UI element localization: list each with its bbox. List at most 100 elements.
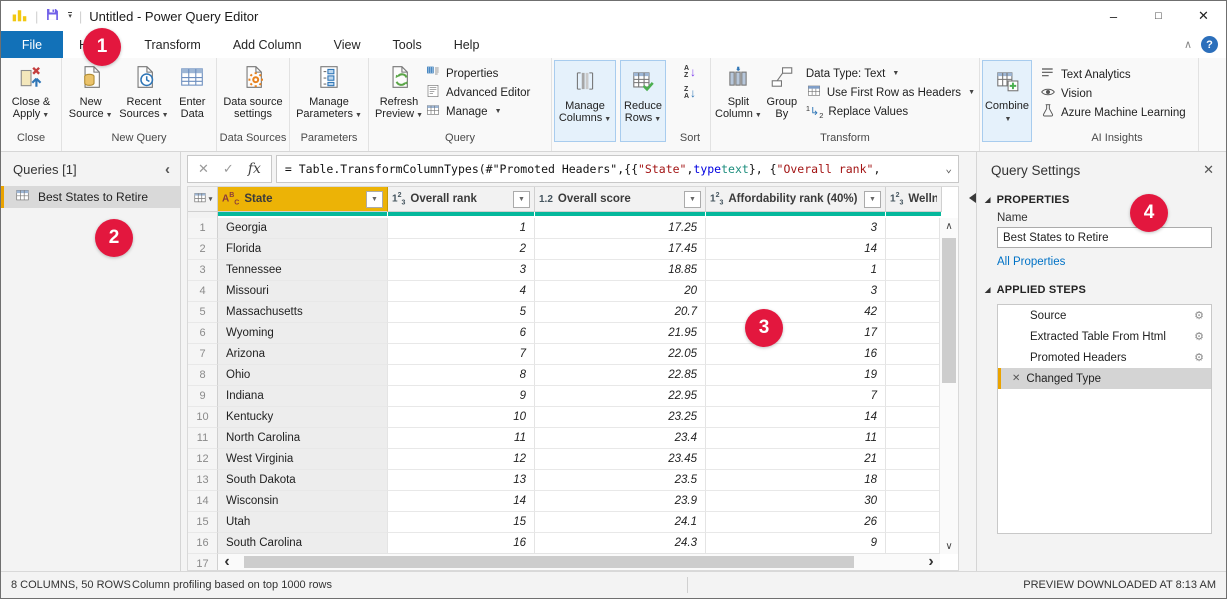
cell-value[interactable]: 22.95 xyxy=(535,386,706,407)
row-number[interactable]: 15 xyxy=(188,512,218,533)
cell-value[interactable] xyxy=(886,260,942,281)
cell-value[interactable]: 7 xyxy=(388,344,535,365)
cell-value[interactable]: 22.05 xyxy=(535,344,706,365)
table-row[interactable]: 4Missouri4203 xyxy=(188,281,958,302)
cell-value[interactable]: 6 xyxy=(388,323,535,344)
table-row[interactable]: 6Wyoming621.9517 xyxy=(188,323,958,344)
table-row[interactable]: 14Wisconsin1423.930 xyxy=(188,491,958,512)
table-row[interactable]: 13South Dakota1323.518 xyxy=(188,470,958,491)
row-number[interactable]: 1 xyxy=(188,218,218,239)
cancel-formula-icon[interactable]: ✕ xyxy=(198,161,209,177)
cell-state[interactable]: Georgia xyxy=(218,218,388,239)
cell-state[interactable]: North Carolina xyxy=(218,428,388,449)
cell-value[interactable] xyxy=(886,344,942,365)
row-number[interactable]: 16 xyxy=(188,533,218,554)
panel-splitter-arrow-icon[interactable] xyxy=(969,193,976,203)
applied-step-extracted-table-from-html[interactable]: Extracted Table From Html⚙ xyxy=(998,326,1211,347)
recent-sources-button[interactable]: Recent Sources▼ xyxy=(117,61,170,122)
cell-value[interactable]: 17.45 xyxy=(535,239,706,260)
cell-value[interactable]: 17 xyxy=(706,323,886,344)
cell-value[interactable]: 23.9 xyxy=(535,491,706,512)
cell-value[interactable]: 3 xyxy=(706,281,886,302)
cell-state[interactable]: Ohio xyxy=(218,365,388,386)
scroll-right-icon[interactable]: › xyxy=(922,554,940,570)
tab-file[interactable]: File xyxy=(1,31,63,58)
cell-value[interactable] xyxy=(886,281,942,302)
cell-value[interactable]: 20 xyxy=(535,281,706,302)
row-number[interactable]: 3 xyxy=(188,260,218,281)
column-header-wellness[interactable]: 123Wellness xyxy=(886,187,942,212)
row-number[interactable]: 14 xyxy=(188,491,218,512)
group-by-button[interactable]: Group By xyxy=(764,61,800,120)
cell-value[interactable]: 14 xyxy=(706,239,886,260)
all-properties-link[interactable]: All Properties xyxy=(977,248,1226,270)
cell-value[interactable]: 23.25 xyxy=(535,407,706,428)
table-row[interactable]: 11North Carolina1123.411 xyxy=(188,428,958,449)
cell-state[interactable]: West Virginia xyxy=(218,449,388,470)
gear-icon[interactable]: ⚙ xyxy=(1194,351,1204,364)
reduce-rows-button[interactable]: Reduce Rows▼ xyxy=(620,60,666,142)
cell-value[interactable]: 21 xyxy=(706,449,886,470)
collapse-ribbon-icon[interactable]: ∧ xyxy=(1184,38,1192,51)
cell-value[interactable]: 4 xyxy=(388,281,535,302)
applied-steps-section-header[interactable]: ◢ APPLIED STEPS xyxy=(977,270,1226,300)
cell-state[interactable]: Utah xyxy=(218,512,388,533)
vertical-scroll-thumb[interactable] xyxy=(942,238,956,383)
quick-access-dropdown-icon[interactable]: ▾ xyxy=(68,12,72,20)
table-row[interactable]: 15Utah1524.126 xyxy=(188,512,958,533)
cell-state[interactable]: Missouri xyxy=(218,281,388,302)
applied-step-promoted-headers[interactable]: Promoted Headers⚙ xyxy=(998,347,1211,368)
cell-value[interactable] xyxy=(886,386,942,407)
cell-value[interactable]: 10 xyxy=(388,407,535,428)
cell-value[interactable]: 12 xyxy=(388,449,535,470)
cell-value[interactable] xyxy=(886,512,942,533)
table-row[interactable]: 5Massachusetts520.742 xyxy=(188,302,958,323)
help-icon[interactable]: ? xyxy=(1201,36,1218,53)
cell-value[interactable]: 3 xyxy=(706,218,886,239)
manage-parameters-button[interactable]: Manage Parameters▼ xyxy=(294,61,364,122)
refresh-preview-button[interactable]: Refresh Preview▼ xyxy=(373,61,425,122)
cell-value[interactable]: 21.95 xyxy=(535,323,706,344)
table-row[interactable]: 10Kentucky1023.2514 xyxy=(188,407,958,428)
formula-input[interactable]: = Table.TransformColumnTypes(#"Promoted … xyxy=(276,155,959,183)
use-first-row-as-headers-button[interactable]: Use First Row as Headers▼ xyxy=(806,84,975,101)
close-panel-icon[interactable]: ✕ xyxy=(1203,162,1214,178)
gear-icon[interactable]: ⚙ xyxy=(1194,309,1204,322)
vision-button[interactable]: Vision xyxy=(1040,85,1186,102)
expand-formula-icon[interactable]: ⌄ xyxy=(945,162,952,175)
cell-value[interactable]: 13 xyxy=(388,470,535,491)
cell-value[interactable]: 8 xyxy=(388,365,535,386)
cell-value[interactable] xyxy=(886,533,942,554)
cell-value[interactable]: 5 xyxy=(388,302,535,323)
manage-columns-button[interactable]: Manage Columns▼ xyxy=(554,60,616,142)
cell-value[interactable]: 23.5 xyxy=(535,470,706,491)
horizontal-scrollbar[interactable]: ‹ › xyxy=(218,553,940,570)
properties-section-header[interactable]: ◢ PROPERTIES xyxy=(977,184,1226,210)
cell-value[interactable]: 3 xyxy=(388,260,535,281)
tab-transform[interactable]: Transform xyxy=(128,31,217,58)
cell-state[interactable]: South Carolina xyxy=(218,533,388,554)
cell-value[interactable]: 16 xyxy=(706,344,886,365)
cell-value[interactable]: 14 xyxy=(706,407,886,428)
row-number[interactable]: 12 xyxy=(188,449,218,470)
cell-value[interactable]: 24.3 xyxy=(535,533,706,554)
table-row[interactable]: 3Tennessee318.851 xyxy=(188,260,958,281)
cell-value[interactable] xyxy=(886,218,942,239)
collapse-panel-icon[interactable]: ‹ xyxy=(165,161,170,178)
cell-value[interactable] xyxy=(886,428,942,449)
cell-value[interactable]: 11 xyxy=(388,428,535,449)
tab-view[interactable]: View xyxy=(318,31,377,58)
maximize-button[interactable]: □ xyxy=(1136,1,1181,31)
query-name-input[interactable] xyxy=(997,227,1212,248)
vertical-scrollbar[interactable]: ∧ ∨ xyxy=(939,218,958,554)
close-button[interactable]: ✕ xyxy=(1181,1,1226,31)
scroll-left-icon[interactable]: ‹ xyxy=(218,554,236,570)
column-header-overall-rank[interactable]: 123Overall rank▼ xyxy=(388,187,535,212)
cell-state[interactable]: South Dakota xyxy=(218,470,388,491)
row-number[interactable]: 10 xyxy=(188,407,218,428)
minimize-button[interactable]: – xyxy=(1091,1,1136,31)
cell-value[interactable]: 30 xyxy=(706,491,886,512)
cell-value[interactable]: 16 xyxy=(388,533,535,554)
confirm-formula-icon[interactable]: ✓ xyxy=(223,161,234,177)
delete-step-icon[interactable]: ✕ xyxy=(1012,373,1020,384)
